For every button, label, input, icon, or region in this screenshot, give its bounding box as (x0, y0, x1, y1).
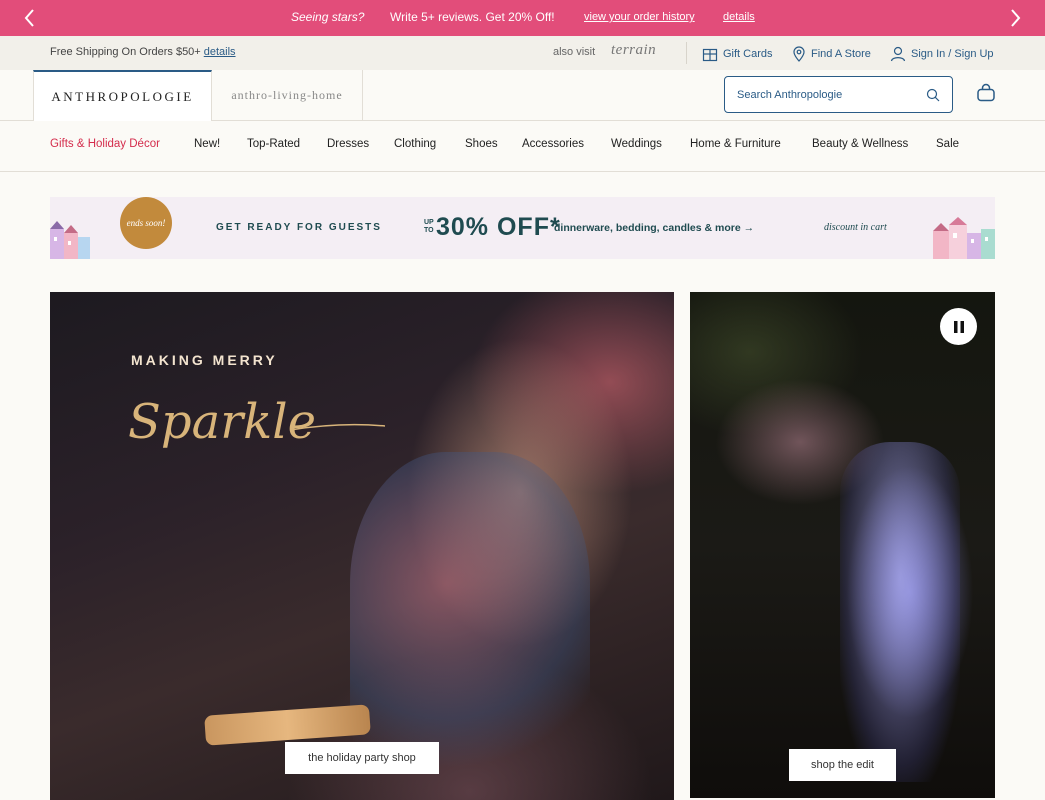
shipping-details-link[interactable]: details (204, 46, 236, 58)
promo-bar: Seeing stars? Write 5+ reviews. Get 20% … (0, 0, 1045, 36)
user-icon (890, 46, 906, 62)
gift-cards-link[interactable]: Gift Cards (702, 46, 773, 62)
hero-shop-the-edit[interactable]: shop the edit (690, 292, 995, 798)
sequin-figure-photo-detail (840, 442, 960, 782)
location-pin-icon (793, 46, 805, 62)
find-store-link[interactable]: Find A Store (792, 46, 871, 62)
nav-accessories[interactable]: Accessories (522, 138, 584, 150)
nav-dresses[interactable]: Dresses (327, 138, 369, 150)
shipping-notice: Free Shipping On Orders $50+ details (50, 46, 236, 58)
gift-cards-label: Gift Cards (723, 48, 773, 60)
pause-icon[interactable] (940, 308, 977, 345)
anthropologie-logo[interactable]: ANTHROPOLOGIE (33, 70, 212, 121)
gift-icon (702, 48, 718, 62)
nav-gifts-holiday-decor[interactable]: Gifts & Holiday Décor (50, 138, 160, 150)
clutch-photo-detail (204, 704, 371, 746)
terrain-link[interactable]: terrain (611, 42, 656, 59)
nav-weddings[interactable]: Weddings (611, 138, 662, 150)
nav-shoes[interactable]: Shoes (465, 138, 498, 150)
site-header: ANTHROPOLOGIE anthro-living-home Search … (0, 70, 1045, 121)
promo-details-link[interactable]: details (723, 11, 755, 23)
chevron-left-icon[interactable] (18, 6, 42, 30)
promo-lead: Seeing stars? (291, 10, 365, 24)
sequin-dress-photo-detail (350, 452, 590, 782)
sign-in-link[interactable]: Sign In / Sign Up (890, 46, 994, 62)
anthro-living-home-tab[interactable]: anthro-living-home (212, 70, 363, 121)
hero-holiday-party[interactable]: MAKING MERRY Sparkle the holiday party s… (50, 292, 674, 800)
utility-bar: Free Shipping On Orders $50+ details also… (0, 36, 1045, 70)
banner-up-to: UP TO (424, 219, 434, 234)
sign-in-label: Sign In / Sign Up (911, 48, 994, 60)
chevron-right-icon[interactable] (1003, 6, 1027, 30)
also-visit-label: also visit (553, 46, 596, 58)
svg-text:Sparkle: Sparkle (128, 394, 316, 450)
shopping-bag-icon[interactable] (976, 83, 996, 108)
promo-message: Write 5+ reviews. Get 20% Off! (390, 10, 555, 24)
banner-headline: GET READY FOR GUESTS (216, 222, 382, 233)
shipping-text: Free Shipping On Orders $50+ (50, 46, 201, 58)
ends-soon-badge: ends soon! (120, 197, 172, 249)
nav-home-furniture[interactable]: Home & Furniture (690, 138, 781, 150)
find-store-label: Find A Store (811, 48, 871, 60)
nav-new[interactable]: New! (194, 138, 220, 150)
utility-divider (686, 42, 687, 64)
search-input[interactable]: Search Anthropologie (724, 76, 953, 113)
nav-sale[interactable]: Sale (936, 138, 959, 150)
nav-top-rated[interactable]: Top-Rated (247, 138, 300, 150)
shop-the-edit-button[interactable]: shop the edit (789, 749, 896, 781)
nav-beauty-wellness[interactable]: Beauty & Wellness (812, 138, 908, 150)
sparkle-script-title: Sparkle (128, 394, 386, 450)
nav-clothing[interactable]: Clothing (394, 138, 436, 150)
search-icon[interactable] (926, 88, 940, 107)
hero-eyebrow: MAKING MERRY (131, 352, 278, 368)
houses-illustration-left (50, 221, 90, 259)
houses-illustration-right (933, 217, 995, 259)
main-navigation: Gifts & Holiday Décor New! Top-Rated Dre… (0, 121, 1045, 172)
search-placeholder: Search Anthropologie (737, 89, 843, 101)
banner-deal-link[interactable]: dinnerware, bedding, candles & more → (554, 222, 754, 234)
banner-cart-note: discount in cart (824, 222, 887, 233)
order-history-link[interactable]: view your order history (584, 11, 695, 23)
holiday-party-shop-button[interactable]: the holiday party shop (285, 742, 439, 774)
banner-discount: 30% OFF* (436, 213, 561, 241)
promo-banner[interactable]: ends soon! GET READY FOR GUESTS UP TO 30… (50, 197, 995, 259)
